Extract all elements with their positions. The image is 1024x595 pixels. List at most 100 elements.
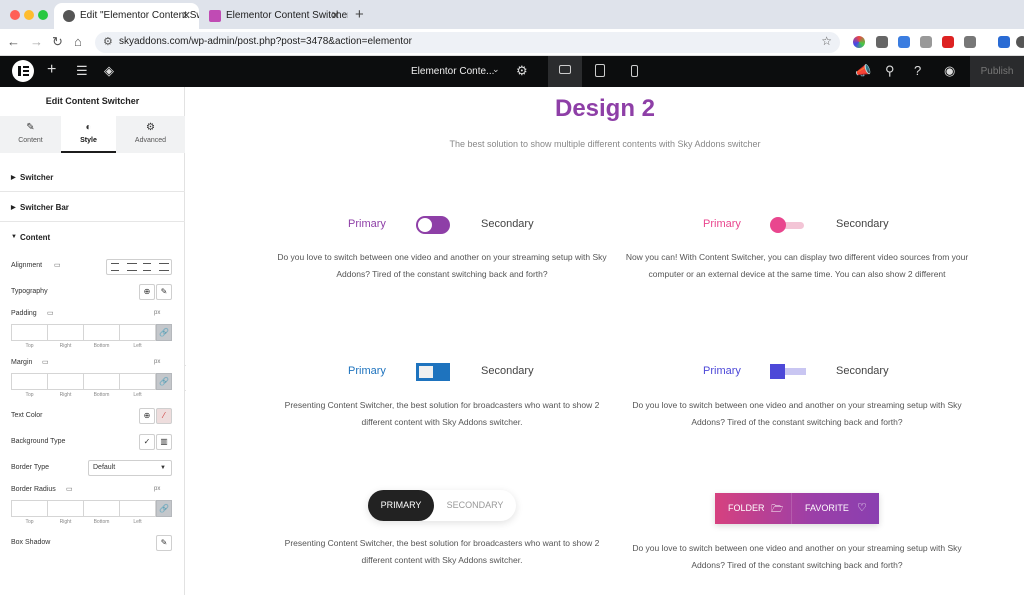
- radius-top-input[interactable]: [11, 500, 48, 517]
- toggle-knob: [419, 366, 433, 378]
- margin-left-input[interactable]: [119, 373, 156, 390]
- switcher-2-toggle[interactable]: [770, 217, 806, 233]
- extension-shield-icon[interactable]: [876, 36, 888, 48]
- search-icon[interactable]: ⚲: [885, 63, 895, 79]
- switcher-5-secondary-button[interactable]: SECONDARY: [438, 490, 512, 521]
- browser-tab-plugin[interactable]: Elementor Content Switcher – ✕: [200, 3, 348, 29]
- align-center-icon[interactable]: [127, 263, 137, 271]
- radius-bottom-input[interactable]: [83, 500, 120, 517]
- align-justify-icon[interactable]: [159, 263, 169, 271]
- switcher-4-toggle[interactable]: [770, 364, 806, 379]
- switcher-6-primary-button[interactable]: FOLDER: [728, 503, 765, 513]
- responsive-monitor-icon[interactable]: ▭: [54, 261, 61, 269]
- padding-left-input[interactable]: [119, 324, 156, 341]
- classic-background-brush-icon[interactable]: ✓: [139, 434, 155, 450]
- site-settings-sliders-icon[interactable]: ☰: [76, 63, 88, 79]
- margin-right-input[interactable]: [47, 373, 84, 390]
- back-arrow-icon[interactable]: ←: [7, 34, 20, 49]
- responsive-monitor-icon[interactable]: ▭: [47, 309, 54, 317]
- margin-top-input[interactable]: [11, 373, 48, 390]
- dim-label: Top: [25, 343, 34, 349]
- mobile-view-button[interactable]: [618, 56, 652, 87]
- padding-top-input[interactable]: [11, 324, 48, 341]
- help-icon[interactable]: ?: [914, 63, 921, 78]
- gradient-background-icon[interactable]: ▥: [156, 434, 172, 450]
- margin-bottom-input[interactable]: [83, 373, 120, 390]
- page-settings-gear-icon[interactable]: ⚙: [516, 63, 528, 79]
- global-color-icon[interactable]: ⊕: [139, 408, 155, 424]
- home-icon[interactable]: ⌂: [74, 34, 82, 49]
- extension-profile-icon[interactable]: [920, 36, 932, 48]
- switcher-2-secondary-label[interactable]: Secondary: [836, 218, 889, 230]
- switcher-3-primary-label[interactable]: Primary: [348, 365, 386, 377]
- add-element-icon[interactable]: +: [47, 61, 56, 79]
- reload-icon[interactable]: ↻: [52, 34, 63, 50]
- radius-left-input[interactable]: [119, 500, 156, 517]
- chevron-down-icon[interactable]: ⌄: [492, 64, 500, 75]
- responsive-monitor-icon[interactable]: ▭: [66, 485, 73, 493]
- close-tab-icon[interactable]: ✕: [331, 3, 340, 29]
- elementor-logo-icon[interactable]: [12, 60, 34, 82]
- close-tab-icon[interactable]: ✕: [182, 3, 191, 29]
- design-heading: Design 2: [554, 95, 656, 122]
- download-icon[interactable]: [998, 36, 1010, 48]
- align-left-icon[interactable]: [111, 263, 119, 271]
- border-radius-unit-select[interactable]: px: [154, 486, 160, 492]
- tab-advanced[interactable]: ⚙ Advanced: [116, 116, 185, 153]
- extension-translate-icon[interactable]: [898, 36, 910, 48]
- publish-button[interactable]: Publish: [970, 56, 1024, 87]
- forward-arrow-icon[interactable]: →: [30, 34, 43, 49]
- toggle-track: [782, 368, 806, 375]
- section-content[interactable]: ▼ Content: [0, 222, 185, 252]
- radius-right-input[interactable]: [47, 500, 84, 517]
- link-values-icon[interactable]: 🔗: [156, 324, 172, 341]
- bookmark-star-icon[interactable]: ☆: [821, 34, 832, 48]
- extensions-puzzle-icon[interactable]: [964, 36, 976, 48]
- tablet-view-button[interactable]: [584, 56, 618, 87]
- background-type-label: Background Type: [11, 438, 66, 445]
- document-title[interactable]: Elementor Conte...: [411, 66, 494, 77]
- switcher-3-secondary-label[interactable]: Secondary: [481, 365, 534, 377]
- switcher-6-secondary-button[interactable]: FAVORITE: [805, 503, 849, 513]
- align-right-icon[interactable]: [143, 263, 151, 271]
- extension-color-icon[interactable]: [853, 36, 865, 48]
- preview-eye-icon[interactable]: ◉: [944, 63, 955, 79]
- minimize-window-button[interactable]: [24, 10, 34, 20]
- switcher-1-toggle[interactable]: [416, 216, 450, 234]
- switcher-4-secondary-label[interactable]: Secondary: [836, 365, 889, 377]
- switcher-3-toggle[interactable]: [416, 363, 450, 381]
- structure-layers-icon[interactable]: ◈: [104, 63, 114, 79]
- padding-bottom-input[interactable]: [83, 324, 120, 341]
- url-field[interactable]: ⚙ skyaddons.com/wp-admin/post.php?post=3…: [95, 32, 840, 53]
- close-window-button[interactable]: [10, 10, 20, 20]
- browser-tab-editor[interactable]: Edit "Elementor Content Swit ✕: [54, 3, 199, 29]
- desktop-view-button[interactable]: [548, 56, 582, 87]
- switcher-1-primary-label[interactable]: Primary: [348, 218, 386, 230]
- padding-unit-select[interactable]: px: [154, 310, 160, 316]
- color-picker-empty-icon[interactable]: ⁄: [156, 408, 172, 424]
- profile-avatar-icon[interactable]: [1016, 36, 1024, 48]
- site-settings-icon[interactable]: ⚙: [103, 35, 113, 48]
- switcher-1-secondary-label[interactable]: Secondary: [481, 218, 534, 230]
- tab-content[interactable]: ✎ Content: [0, 116, 61, 153]
- responsive-monitor-icon[interactable]: ▭: [42, 358, 49, 366]
- global-typography-icon[interactable]: ⊕: [139, 284, 155, 300]
- tab-style[interactable]: ◐ Style: [61, 116, 116, 153]
- edit-box-shadow-pencil-icon[interactable]: ✎: [156, 535, 172, 551]
- border-type-select[interactable]: Default ▼: [88, 460, 172, 476]
- padding-right-input[interactable]: [47, 324, 84, 341]
- link-values-icon[interactable]: 🔗: [156, 373, 172, 390]
- section-label: Content: [20, 233, 51, 242]
- extension-y-icon[interactable]: [942, 36, 954, 48]
- margin-unit-select[interactable]: px: [154, 359, 160, 365]
- maximize-window-button[interactable]: [38, 10, 48, 20]
- new-tab-button[interactable]: +: [355, 6, 364, 23]
- section-switcher[interactable]: ▶ Switcher: [0, 162, 185, 192]
- switcher-4-primary-label[interactable]: Primary: [703, 365, 741, 377]
- notifications-megaphone-icon[interactable]: 📣: [855, 63, 871, 79]
- section-switcher-bar[interactable]: ▶ Switcher Bar: [0, 192, 185, 222]
- switcher-2-primary-label[interactable]: Primary: [703, 218, 741, 230]
- switcher-5-primary-button[interactable]: PRIMARY: [368, 490, 434, 521]
- edit-typography-pencil-icon[interactable]: ✎: [156, 284, 172, 300]
- link-values-icon[interactable]: 🔗: [156, 500, 172, 517]
